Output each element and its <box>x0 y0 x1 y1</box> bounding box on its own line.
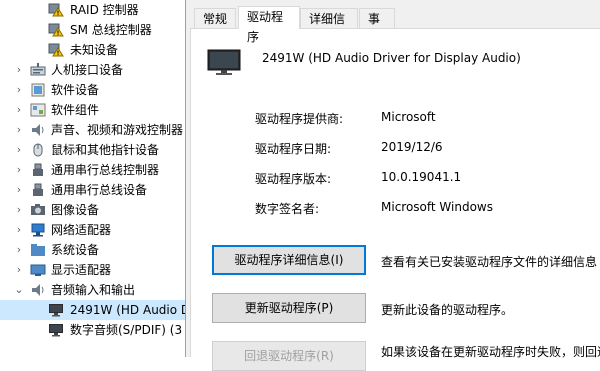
tree-item-label: 通用串行总线控制器 <box>51 163 160 177</box>
tree-item[interactable]: › 通用串行总线设备 <box>0 180 185 200</box>
network-icon <box>30 223 46 237</box>
tree-item[interactable]: › 通用串行总线控制器 <box>0 160 185 180</box>
tree-item-label: 2491W (HD Audio D <box>70 303 185 317</box>
device-name: 2491W (HD Audio Driver for Display Audio… <box>262 51 521 65</box>
chevron-right-icon[interactable]: › <box>14 240 24 260</box>
date-label: 驱动程序日期: <box>255 142 332 156</box>
tree-item-label: 通用串行总线设备 <box>51 183 148 197</box>
tree-item[interactable]: 数字音频(S/PDIF) (3 <box>0 320 185 340</box>
mouse-icon <box>30 143 46 157</box>
tree-item-label: 声音、视频和游戏控制器 <box>51 123 184 137</box>
tree-item-label: 图像设备 <box>51 203 100 217</box>
driver-panel: 2491W (HD Audio Driver for Display Audio… <box>190 28 600 371</box>
provider-label: 驱动程序提供商: <box>255 112 344 126</box>
tree-item-label: 系统设备 <box>51 243 100 257</box>
tab-details[interactable]: 详细信息 <box>300 8 358 46</box>
tree-item[interactable]: › 软件设备 <box>0 80 185 100</box>
warning-device-icon <box>48 3 64 17</box>
tab-driver[interactable]: 驱动程序 <box>238 6 300 44</box>
tree-item-label: RAID 控制器 <box>70 3 139 17</box>
chevron-right-icon[interactable]: › <box>14 160 24 180</box>
software-component-icon <box>30 103 46 117</box>
version-value: 10.0.19041.1 <box>381 170 462 184</box>
chevron-right-icon[interactable]: › <box>14 260 24 280</box>
chevron-right-icon[interactable]: › <box>14 60 24 80</box>
tree-item[interactable]: SM 总线控制器 <box>0 20 185 40</box>
chevron-right-icon[interactable]: › <box>14 220 24 240</box>
provider-value: Microsoft <box>381 110 436 124</box>
signer-value: Microsoft Windows <box>381 200 493 214</box>
chevron-right-icon[interactable]: › <box>14 100 24 120</box>
driver-details-button[interactable]: 驱动程序详细信息(I) <box>212 245 366 275</box>
tree-item[interactable]: › 声音、视频和游戏控制器 <box>0 120 185 140</box>
tab-events[interactable]: 事件 <box>359 8 395 46</box>
tree-item[interactable]: 未知设备 <box>0 40 185 60</box>
update-driver-button[interactable]: 更新驱动程序(P) <box>212 293 366 323</box>
display-adapter-icon <box>30 263 46 277</box>
tab-general[interactable]: 常规 <box>194 8 236 28</box>
tree-item-label: 数字音频(S/PDIF) (3 <box>70 323 183 337</box>
chevron-right-icon[interactable]: › <box>14 180 24 200</box>
version-label: 驱动程序版本: <box>255 172 332 186</box>
tree-item-label: SM 总线控制器 <box>70 23 152 37</box>
driver-details-desc: 查看有关已安装驱动程序文件的详细信息 <box>381 255 598 269</box>
hid-icon <box>30 63 46 77</box>
date-value: 2019/12/6 <box>381 140 443 154</box>
monitor-icon <box>48 303 64 317</box>
tree-item[interactable]: › 软件组件 <box>0 100 185 120</box>
tree-item[interactable]: › 网络适配器 <box>0 220 185 240</box>
usb-icon <box>30 163 46 177</box>
monitor-icon <box>48 323 64 337</box>
speaker-icon <box>30 123 46 137</box>
tree-item-label: 网络适配器 <box>51 223 112 237</box>
chevron-right-icon[interactable]: › <box>14 80 24 100</box>
properties-dialog: 常规 驱动程序 详细信息 事件 2491W (HD Audio Driver f… <box>185 0 600 371</box>
device-tree[interactable]: RAID 控制器 SM 总线控制器 未知设备 › 人机接口设备 › 软件设备 › 软件组件 › 声音… <box>0 0 185 357</box>
usb-icon <box>30 183 46 197</box>
tree-item-label: 人机接口设备 <box>51 63 124 77</box>
tree-item-label: 未知设备 <box>70 43 119 57</box>
monitor-icon <box>207 47 241 77</box>
software-device-icon <box>30 83 46 97</box>
tree-item-label: 软件设备 <box>51 83 100 97</box>
tree-item-label: 鼠标和其他指针设备 <box>51 143 160 157</box>
tree-item[interactable]: › 显示适配器 <box>0 260 185 280</box>
tree-item[interactable]: › 系统设备 <box>0 240 185 260</box>
tab-strip: 常规 驱动程序 详细信息 事件 <box>186 6 600 46</box>
tree-item[interactable]: › 图像设备 <box>0 200 185 220</box>
tree-item[interactable]: 2491W (HD Audio D <box>0 300 185 320</box>
signer-label: 数字签名者: <box>255 202 320 216</box>
chevron-right-icon[interactable]: › <box>14 120 24 140</box>
camera-icon <box>30 203 46 217</box>
tree-item[interactable]: ⌄ 音频输入和输出 <box>0 280 185 300</box>
chevron-right-icon[interactable]: › <box>14 200 24 220</box>
rollback-driver-button[interactable]: 回退驱动程序(R) <box>212 341 366 371</box>
chevron-down-icon[interactable]: ⌄ <box>14 280 24 300</box>
tree-item[interactable]: RAID 控制器 <box>0 0 185 20</box>
tree-item-label: 软件组件 <box>51 103 100 117</box>
tree-item-label: 显示适配器 <box>51 263 112 277</box>
tree-item-label: 音频输入和输出 <box>51 283 136 297</box>
tree-item[interactable]: › 人机接口设备 <box>0 60 185 80</box>
rollback-driver-desc: 如果该设备在更新驱动程序时失败，则回退 <box>381 345 600 359</box>
chevron-right-icon[interactable]: › <box>14 140 24 160</box>
system-folder-icon <box>30 243 46 257</box>
warning-device-icon <box>48 23 64 37</box>
warning-device-icon <box>48 43 64 57</box>
tree-item[interactable]: › 鼠标和其他指针设备 <box>0 140 185 160</box>
audio-io-icon <box>30 283 46 297</box>
update-driver-desc: 更新此设备的驱动程序。 <box>381 303 514 317</box>
